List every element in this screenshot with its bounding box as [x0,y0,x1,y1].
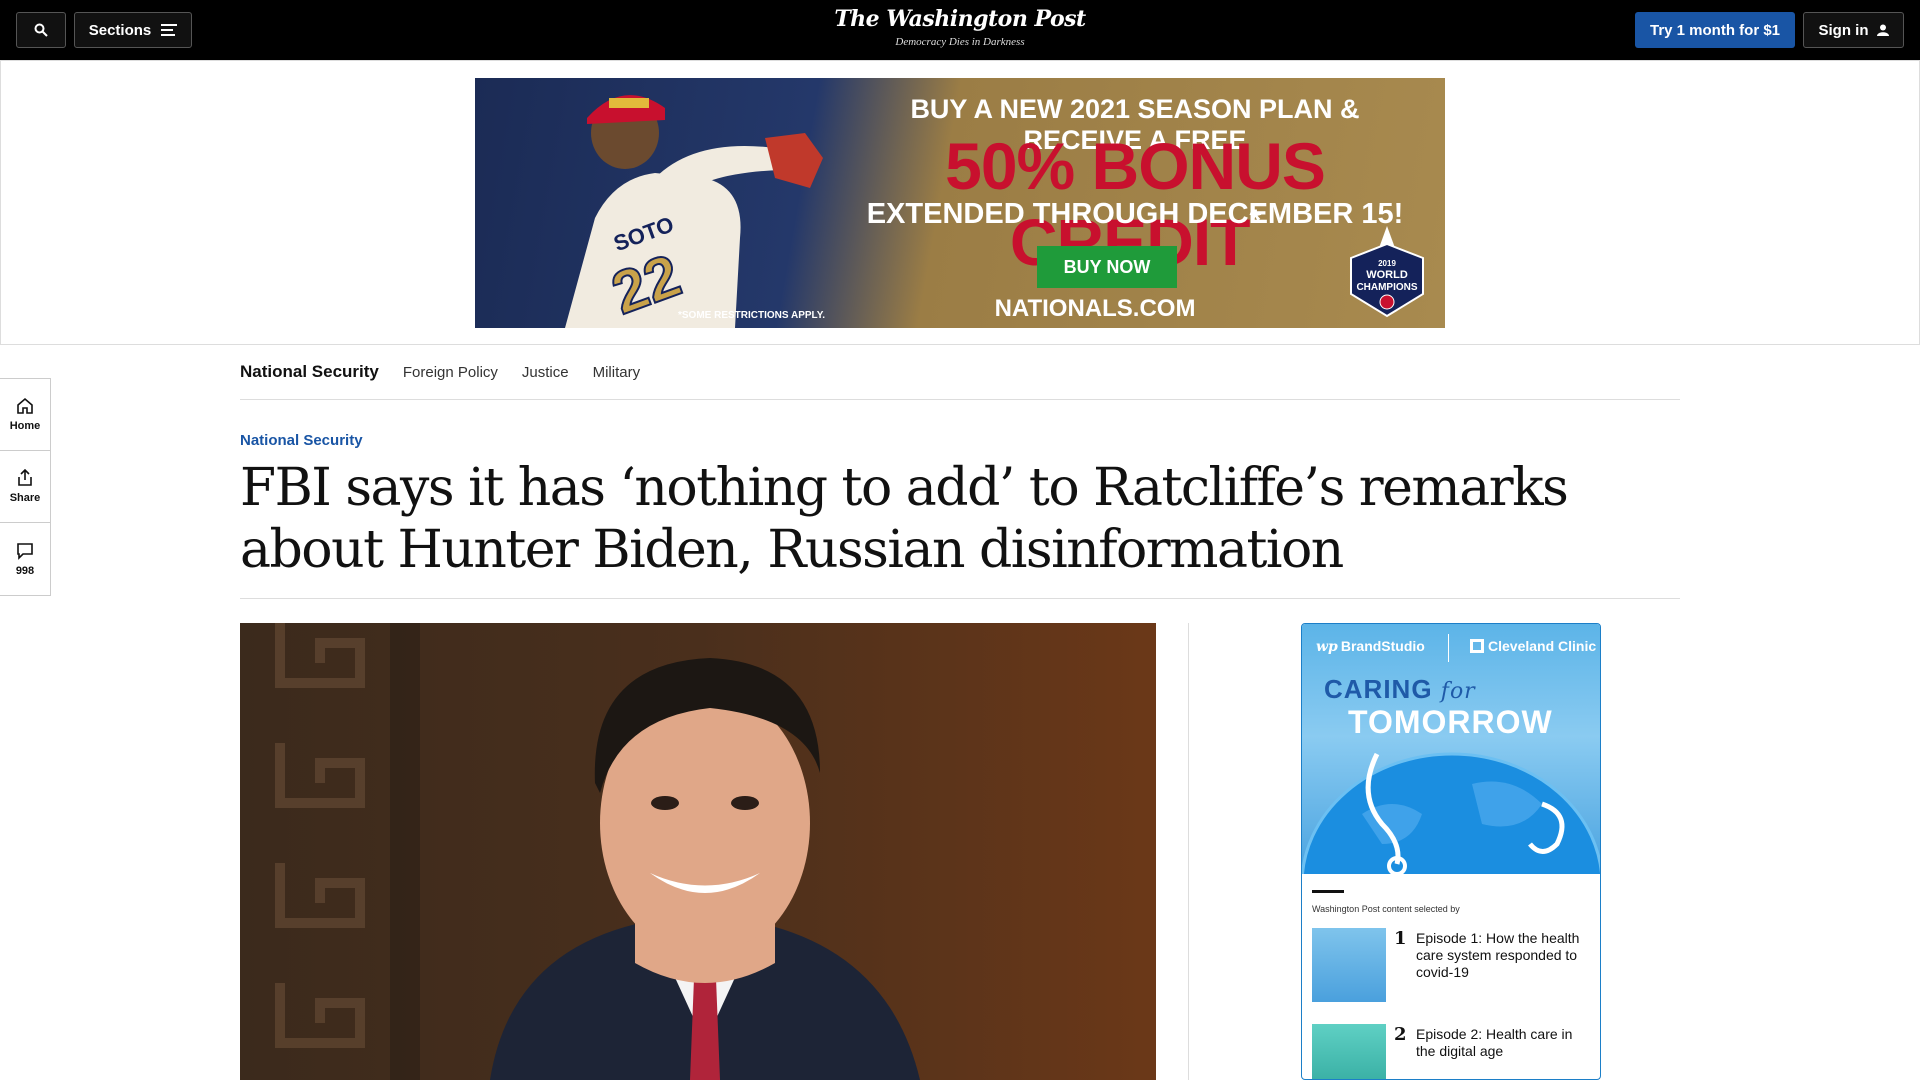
sponsor-selected-by: Washington Post content selected by [1312,904,1460,914]
subnav-national-security[interactable]: National Security [240,362,379,382]
episode-number: 1 [1394,928,1407,949]
subscribe-button[interactable]: Try 1 month for $1 [1635,12,1795,48]
site-logo[interactable]: The Washington Post [760,6,1160,32]
nationals-ad-banner[interactable]: SOTO 22 BUY A NEW 2021 SEASON PLAN & REC… [475,78,1445,328]
section-subnav: National Security Foreign Policy Justice… [240,345,1680,400]
home-icon [17,397,33,414]
masthead[interactable]: The Washington Post Democracy Dies in Da… [760,6,1160,48]
search-button[interactable] [16,12,66,48]
for-word: for [1440,679,1476,704]
article-headline: FBI says it has ‘nothing to add’ to Ratc… [240,458,1569,580]
column-divider [1188,623,1189,1080]
cleveland-clinic-label: Cleveland Clinic [1488,638,1597,654]
sponsor-hero[interactable]: wp BrandStudio Cleveland Clinic CARING fo… [1302,624,1600,874]
sign-in-label: Sign in [1818,21,1869,39]
cleveland-clinic-icon [1470,639,1484,653]
headline-divider [240,598,1680,599]
home-rail-button[interactable]: Home [0,379,50,451]
badge-world: WORLD [1366,269,1408,281]
brandstudio-label: BrandStudio [1340,638,1425,654]
ad-site-url: NATIONALS.COM [994,295,1196,322]
buy-now-button[interactable]: BUY NOW [1037,246,1177,288]
article-hero-image[interactable] [240,623,1156,1080]
caring-word: CARING [1324,674,1433,704]
left-action-rail: Home Share 998 [0,378,51,596]
subnav-foreign-policy[interactable]: Foreign Policy [403,364,498,381]
search-icon [34,23,48,37]
episode-item[interactable]: 2 Episode 2: Health care in the digital … [1312,1024,1592,1079]
user-icon [1876,24,1889,36]
home-label: Home [9,420,41,432]
episode-title[interactable]: Episode 2: Health care in the digital ag… [1416,1026,1592,1060]
sections-label: Sections [88,21,152,39]
episode-item[interactable]: 1 Episode 1: How the health care system … [1312,928,1592,1008]
subnav-military[interactable]: Military [593,364,641,381]
sponsor-rule [1312,890,1344,893]
subnav-justice[interactable]: Justice [522,364,569,381]
portrait-photo [240,623,1156,1080]
badge-champions: CHAMPIONS [1356,282,1417,293]
episode-thumbnail[interactable] [1312,1024,1386,1079]
logo-divider [1448,634,1449,662]
baseball-player-image: SOTO 22 [565,95,823,328]
wp-mark: wp [1316,639,1338,655]
menu-icon [161,24,178,36]
world-champions-badge: 2019 WORLD CHAMPIONS [1350,226,1424,318]
share-label: Share [9,492,41,504]
cleveland-clinic-logo: Cleveland Clinic [1470,638,1596,654]
site-tagline: Democracy Dies in Darkness [895,36,1025,48]
sign-in-button[interactable]: Sign in [1803,12,1904,48]
caring-text: CARING for [1324,674,1476,705]
sponsored-content-box[interactable]: wp BrandStudio Cleveland Clinic CARING fo… [1301,623,1601,1080]
share-icon [18,469,32,486]
share-rail-button[interactable]: Share [0,451,50,523]
sections-button[interactable]: Sections [74,12,192,48]
comment-icon [17,542,33,560]
article-kicker[interactable]: National Security [240,432,363,449]
wp-brandstudio-logo: wp BrandStudio [1316,638,1425,655]
ad-container: SOTO 22 BUY A NEW 2021 SEASON PLAN & REC… [0,60,1920,345]
episode-title[interactable]: Episode 1: How the health care system re… [1416,930,1592,981]
episode-number: 2 [1394,1024,1407,1045]
badge-year: 2019 [1378,259,1396,268]
comments-rail-button[interactable]: 998 [0,523,50,595]
episode-thumbnail[interactable] [1312,928,1386,1002]
comment-count: 998 [15,564,35,577]
top-nav-bar: Sections The Washington Post Democracy D… [0,0,1920,60]
ad-headline-3: EXTENDED THROUGH DECEMBER 15! [866,198,1404,230]
globe-stethoscope-image [1302,752,1600,874]
ad-fine-print: *SOME RESTRICTIONS APPLY. [678,310,826,321]
